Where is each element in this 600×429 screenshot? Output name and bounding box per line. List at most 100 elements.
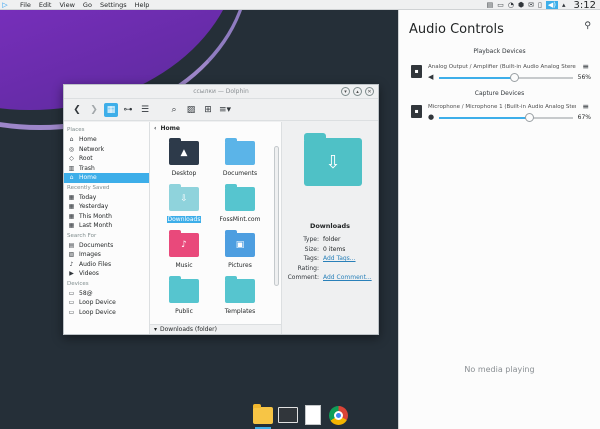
back-button[interactable]: ❮ [70,103,84,117]
taskbar-chrome[interactable] [327,404,349,426]
taskbar-text-editor[interactable] [302,404,324,426]
global-menu: File Edit View Go Settings Help [20,1,157,9]
places-item[interactable]: ⌂ Home [64,173,149,183]
preview-downloads-folder-icon: ⇩ [304,133,362,186]
document-icon: ▤ [68,241,75,249]
application-launcher-icon[interactable]: ▷ [0,0,10,10]
microphone-device-icon: ▪ [411,105,422,118]
menu-help[interactable]: Help [135,1,150,9]
home-icon: ⌂ [69,174,74,182]
playback-slider-handle[interactable] [510,73,520,82]
menu-go[interactable]: Go [83,1,92,9]
file-item[interactable]: Public [156,274,212,320]
network-tray-icon[interactable]: ◔ [508,1,514,9]
microphone-mute-icon[interactable]: ● [428,113,434,121]
split-button[interactable]: ⊞ [201,103,215,117]
breadcrumb-home[interactable]: Home [160,125,179,132]
details-view-button[interactable]: ☰ [138,103,152,117]
hamburger-menu-button[interactable]: ≡▾ [218,103,232,117]
places-item[interactable]: ▭ Loop Device [64,308,149,318]
playback-percent: 56% [577,74,591,81]
info-row: Comment: Add Comment... [286,273,376,283]
file-item[interactable]: FossMint.com [212,182,268,228]
menu-file[interactable]: File [20,1,31,9]
preview-button[interactable]: ▨ [184,103,198,117]
places-item[interactable]: ▦ Today [64,193,149,203]
places-item[interactable]: ◎ Network [64,145,149,155]
breadcrumb[interactable]: ‹ Home [150,122,281,134]
document-icon [305,405,321,425]
capture-volume-slider[interactable] [439,113,573,122]
network-icon: ◎ [68,145,75,153]
places-item[interactable]: ⌂ Home [64,135,149,145]
updates-icon[interactable]: ⬢ [518,1,524,9]
top-panel: ▷ File Edit View Go Settings Help ▤ ▭ ◔ … [0,0,600,11]
info-link[interactable]: Add Tags... [323,255,356,262]
file-item-label: Pictures [228,262,252,269]
places-item[interactable]: ▥ Trash [64,164,149,174]
maximize-button[interactable]: ▴ [353,87,362,96]
clipboard-icon[interactable]: ▤ [487,1,494,9]
file-item[interactable]: ♪ Music [156,228,212,274]
capture-slider-handle[interactable] [524,113,534,122]
taskbar-dolphin[interactable] [252,403,274,429]
menu-view[interactable]: View [59,1,74,9]
display-icon[interactable]: ▭ [497,1,504,9]
playback-menu-icon[interactable]: ≡ [582,62,589,71]
notifications-icon[interactable]: ✉ [528,1,534,9]
places-item[interactable]: ▤ Documents [64,241,149,251]
minimize-button[interactable]: ▾ [341,87,350,96]
places-item-label: Network [79,145,105,153]
playback-volume-slider[interactable] [439,73,573,82]
places-item-label: Images [79,251,101,259]
places-item-label: Loop Device [79,308,116,316]
info-name: Downloads [309,222,351,230]
places-item[interactable]: ▦ Last Month [64,221,149,231]
places-item[interactable]: ♪ Audio Files [64,260,149,270]
places-item[interactable]: ▭ Loop Device [64,298,149,308]
menu-edit[interactable]: Edit [39,1,52,9]
forward-button[interactable]: ❯ [87,103,101,117]
taskbar-terminal[interactable] [277,404,299,426]
close-button[interactable]: ✕ [365,87,374,96]
file-item[interactable]: ⇩ Downloads [156,182,212,228]
places-item[interactable]: ▨ Images [64,250,149,260]
file-view-scrollbar[interactable] [274,146,279,286]
places-item-label: Today [79,193,97,201]
places-item-label: Audio Files [79,260,112,268]
file-item[interactable]: Documents [212,136,268,182]
search-button[interactable]: ⌕ [167,103,181,117]
file-item-label: Downloads [166,216,202,223]
places-item[interactable]: ▦ This Month [64,212,149,222]
places-item-label: Last Month [79,222,113,230]
info-link[interactable]: Add Comment... [323,274,372,281]
clock[interactable]: 3:12 [574,0,596,11]
info-key: Comment: [287,274,319,282]
expand-tray-icon[interactable]: ▴ [562,1,566,9]
pin-icon[interactable]: ⚲ [584,21,591,31]
capture-menu-icon[interactable]: ≡ [582,102,589,111]
volume-icon[interactable]: ◀) [545,1,559,9]
icons-view-button[interactable]: ▦ [104,102,118,117]
documents-folder-icon [225,138,255,165]
places-item[interactable]: ▦ Yesterday [64,202,149,212]
file-item-label: FossMint.com [219,216,261,223]
status-bar: ▾ Downloads (folder) [150,324,281,334]
places-item[interactable]: ◇ Root [64,154,149,164]
battery-icon[interactable]: ▯ [538,1,542,9]
info-row: Rating: [286,264,376,274]
file-item[interactable]: ▲ Desktop [156,136,212,182]
menu-settings[interactable]: Settings [100,1,127,9]
window-titlebar[interactable]: ссылки — Dolphin ▾ ▴ ✕ [64,85,378,99]
system-tray: ▤ ▭ ◔ ⬢ ✉ ▯ ◀) ▴ 3:12 [487,0,600,11]
places-item[interactable]: ▶ Videos [64,269,149,279]
breadcrumb-chevron-icon: ‹ [154,124,157,132]
places-item[interactable]: ▭ 58@ [64,289,149,299]
calendar-icon: ▦ [68,212,75,220]
info-key: Type: [303,236,319,244]
file-item[interactable]: Templates [212,274,268,320]
image-icon: ▨ [68,251,75,259]
compact-view-button[interactable]: ⊶ [121,103,135,117]
file-item[interactable]: ▣ Pictures [212,228,268,274]
volume-mute-icon[interactable]: ◀ [428,73,433,81]
